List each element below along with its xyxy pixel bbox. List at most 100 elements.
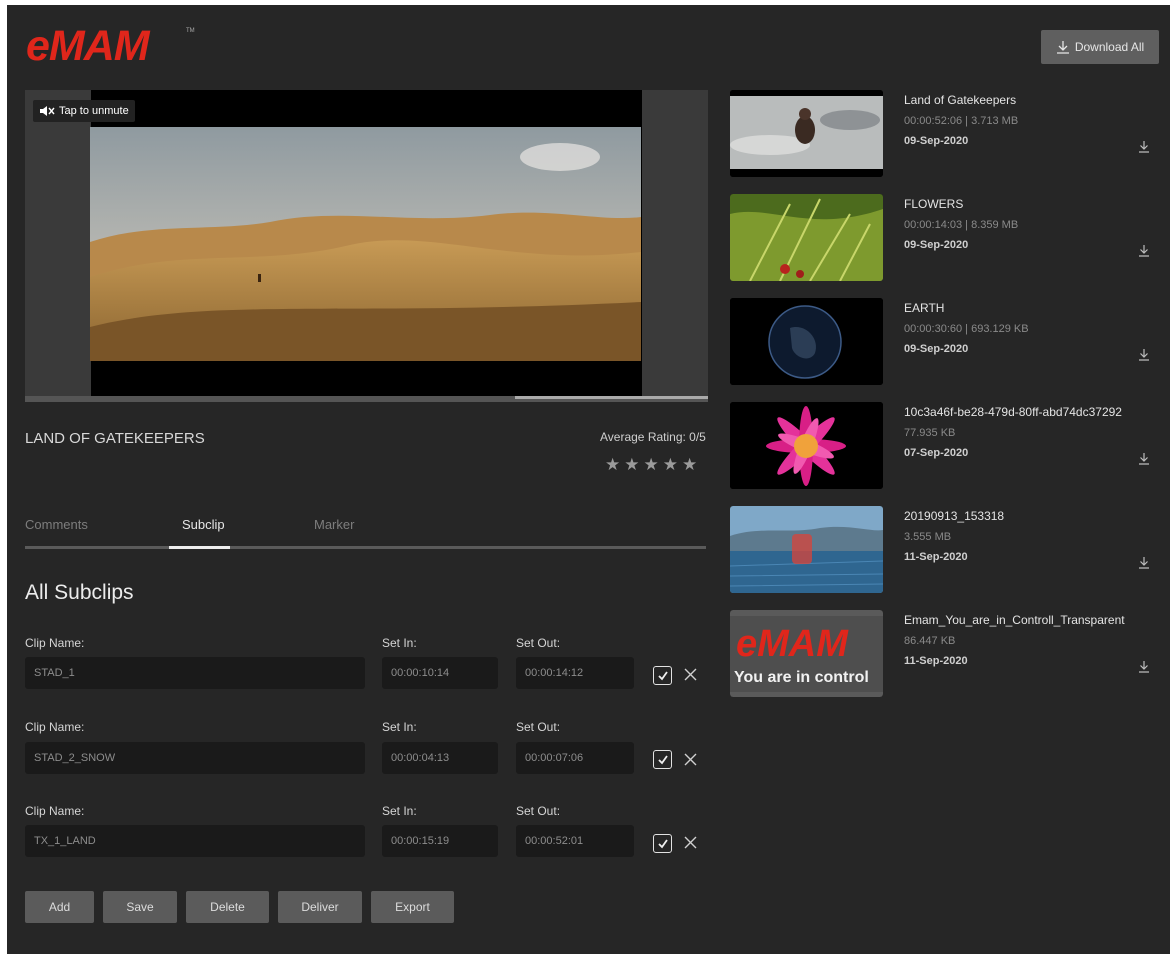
set-in-label: Set In: bbox=[382, 720, 417, 734]
svg-text:eMAM: eMAM bbox=[736, 623, 849, 665]
set-out-field[interactable] bbox=[516, 742, 634, 774]
media-thumbnail bbox=[730, 298, 883, 385]
app-window: eMAM TM Download All Tap to unmute LAND … bbox=[7, 5, 1170, 954]
deliver-button[interactable]: Deliver bbox=[278, 891, 362, 923]
download-icon[interactable] bbox=[1138, 660, 1150, 673]
media-thumbnail bbox=[730, 402, 883, 489]
unmute-label: Tap to unmute bbox=[59, 105, 129, 117]
media-title: 20190913_153318 bbox=[904, 509, 1005, 523]
check-icon bbox=[657, 754, 668, 764]
confirm-checkbox[interactable] bbox=[653, 834, 672, 853]
download-icon[interactable] bbox=[1138, 244, 1150, 257]
media-date: 09-Sep-2020 bbox=[904, 135, 969, 147]
star-rating[interactable]: ★ ★ ★ ★ ★ bbox=[605, 456, 697, 473]
video-player[interactable]: Tap to unmute bbox=[25, 90, 708, 402]
set-in-field[interactable] bbox=[382, 825, 498, 857]
star-icon[interactable]: ★ bbox=[663, 456, 678, 473]
media-item[interactable]: FLOWERS 00:00:14:03 | 8.359 MB 09-Sep-20… bbox=[730, 194, 1160, 284]
clip-name-field[interactable] bbox=[25, 825, 365, 857]
download-icon[interactable] bbox=[1138, 556, 1150, 569]
media-title: Emam_You_are_in_Controll_Transparent bbox=[904, 613, 1125, 627]
unmute-button[interactable]: Tap to unmute bbox=[33, 100, 135, 122]
media-date: 09-Sep-2020 bbox=[904, 239, 969, 251]
emam-logo: eMAM TM bbox=[26, 22, 195, 66]
download-icon[interactable] bbox=[1138, 140, 1150, 153]
media-thumbnail: eMAM You are in control bbox=[730, 610, 883, 697]
media-meta: 00:00:14:03 | 8.359 MB bbox=[904, 219, 1019, 231]
download-icon bbox=[1056, 41, 1069, 54]
media-date: 09-Sep-2020 bbox=[904, 343, 969, 355]
star-icon[interactable]: ★ bbox=[682, 456, 697, 473]
media-date: 11-Sep-2020 bbox=[904, 655, 968, 667]
media-date: 11-Sep-2020 bbox=[904, 551, 968, 563]
media-item[interactable]: 20190913_153318 3.555 MB 11-Sep-2020 bbox=[730, 506, 1160, 596]
media-thumbnail bbox=[730, 506, 883, 593]
tab-comments[interactable]: Comments bbox=[25, 517, 88, 532]
download-icon[interactable] bbox=[1138, 348, 1150, 361]
player-sidebar-right bbox=[642, 90, 708, 396]
buffer-bar bbox=[515, 396, 708, 399]
confirm-checkbox[interactable] bbox=[653, 666, 672, 685]
active-tab-indicator bbox=[169, 546, 230, 549]
media-item[interactable]: EARTH 00:00:30:60 | 693.129 KB 09-Sep-20… bbox=[730, 298, 1160, 388]
set-in-field[interactable] bbox=[382, 657, 498, 689]
tab-marker[interactable]: Marker bbox=[314, 517, 354, 532]
close-icon[interactable] bbox=[684, 668, 697, 681]
set-out-label: Set Out: bbox=[516, 804, 561, 818]
media-title: Land of Gatekeepers bbox=[904, 93, 1017, 107]
media-meta: 77.935 KB bbox=[904, 427, 956, 439]
video-title: LAND OF GATEKEEPERS bbox=[25, 430, 205, 447]
video-frame bbox=[90, 127, 641, 361]
clip-name-field[interactable] bbox=[25, 657, 365, 689]
player-sidebar-left bbox=[25, 90, 91, 396]
star-icon[interactable]: ★ bbox=[624, 456, 639, 473]
star-icon[interactable]: ★ bbox=[644, 456, 659, 473]
save-button[interactable]: Save bbox=[103, 891, 177, 923]
media-meta: 00:00:30:60 | 693.129 KB bbox=[904, 323, 1029, 335]
set-out-label: Set Out: bbox=[516, 720, 561, 734]
clip-name-field[interactable] bbox=[25, 742, 365, 774]
confirm-checkbox[interactable] bbox=[653, 750, 672, 769]
export-button[interactable]: Export bbox=[371, 891, 454, 923]
media-title: EARTH bbox=[904, 301, 945, 315]
clip-name-label: Clip Name: bbox=[25, 720, 85, 734]
media-item[interactable]: 10c3a46f-be28-479d-80ff-abd74dc37292 77.… bbox=[730, 402, 1160, 492]
delete-button[interactable]: Delete bbox=[186, 891, 269, 923]
media-meta: 3.555 MB bbox=[904, 531, 952, 543]
media-thumbnail bbox=[730, 194, 883, 281]
set-out-field[interactable] bbox=[516, 657, 634, 689]
tab-bar: Comments Subclip Marker bbox=[25, 517, 706, 549]
set-in-field[interactable] bbox=[382, 742, 498, 774]
svg-text:You are in control: You are in control bbox=[734, 669, 869, 686]
download-all-button[interactable]: Download All bbox=[1041, 30, 1159, 64]
subclip-actions: Add Save Delete Deliver Export bbox=[25, 891, 463, 923]
tab-subclip[interactable]: Subclip bbox=[182, 517, 225, 532]
close-icon[interactable] bbox=[684, 753, 697, 766]
download-icon[interactable] bbox=[1138, 452, 1150, 465]
clip-name-label: Clip Name: bbox=[25, 636, 85, 650]
set-out-label: Set Out: bbox=[516, 636, 561, 650]
check-icon bbox=[657, 670, 668, 680]
media-meta: 00:00:52:06 | 3.713 MB bbox=[904, 115, 1019, 127]
set-out-field[interactable] bbox=[516, 825, 634, 857]
close-icon[interactable] bbox=[684, 836, 697, 849]
media-title: FLOWERS bbox=[904, 197, 964, 211]
media-date: 07-Sep-2020 bbox=[904, 447, 969, 459]
add-button[interactable]: Add bbox=[25, 891, 94, 923]
media-meta: 86.447 KB bbox=[904, 635, 956, 647]
muted-speaker-icon bbox=[40, 106, 55, 116]
subclips-heading: All Subclips bbox=[25, 581, 134, 604]
clip-name-label: Clip Name: bbox=[25, 804, 85, 818]
average-rating-label: Average Rating: 0/5 bbox=[600, 430, 706, 444]
set-in-label: Set In: bbox=[382, 804, 417, 818]
star-icon[interactable]: ★ bbox=[605, 456, 620, 473]
media-thumbnail bbox=[730, 90, 883, 177]
svg-text:eMAM: eMAM bbox=[26, 22, 151, 66]
media-item[interactable]: eMAM You are in control Emam_You_are_in_… bbox=[730, 610, 1160, 700]
media-item[interactable]: Land of Gatekeepers 00:00:52:06 | 3.713 … bbox=[730, 90, 1160, 180]
check-icon bbox=[657, 838, 668, 848]
progress-bar[interactable] bbox=[25, 396, 708, 402]
set-in-label: Set In: bbox=[382, 636, 417, 650]
download-all-label: Download All bbox=[1074, 40, 1145, 54]
media-title: 10c3a46f-be28-479d-80ff-abd74dc37292 bbox=[904, 405, 1122, 419]
